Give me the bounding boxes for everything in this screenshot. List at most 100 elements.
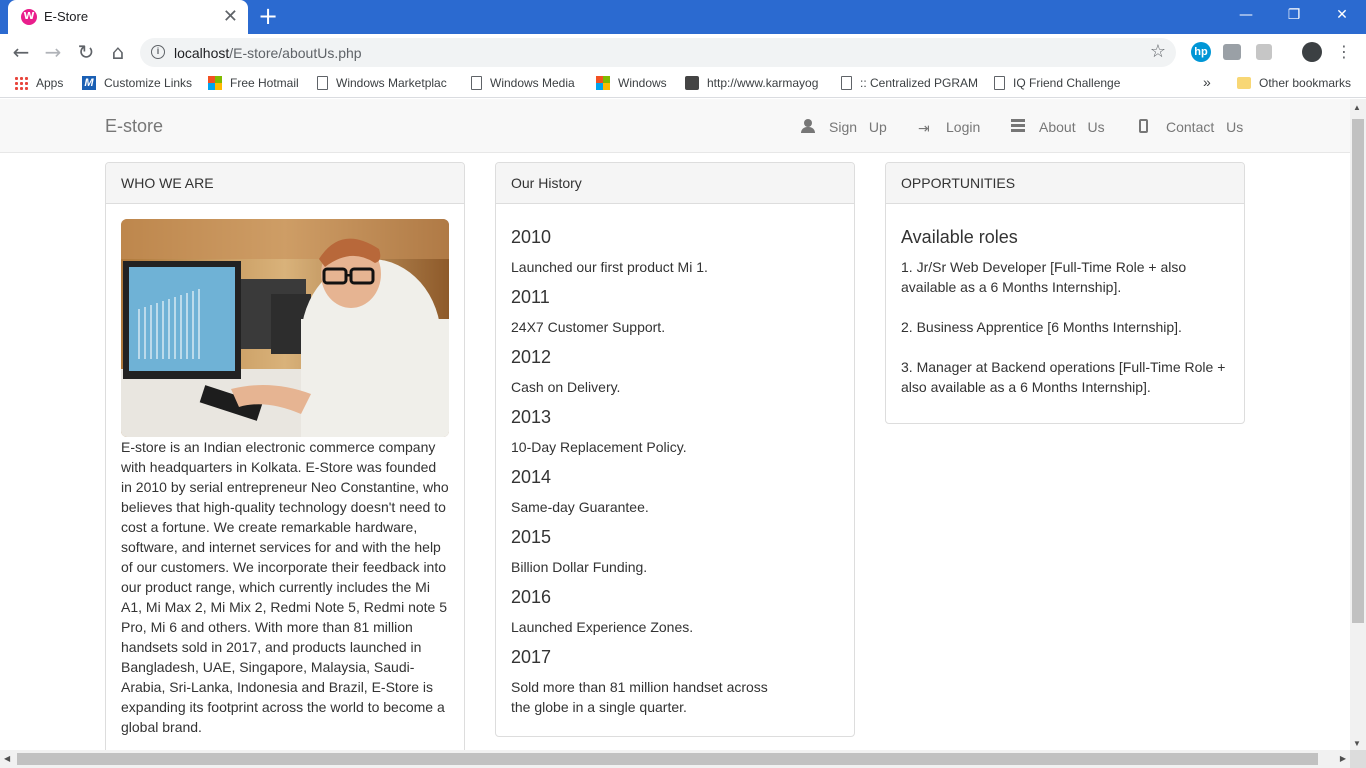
folder-icon bbox=[1237, 77, 1251, 89]
url-text[interactable]: localhost/E-store/aboutUs.php bbox=[174, 45, 362, 61]
vertical-scroll-thumb[interactable] bbox=[1352, 119, 1364, 623]
hp-extension-icon[interactable]: hp bbox=[1191, 42, 1211, 62]
profile-avatar[interactable] bbox=[1302, 42, 1322, 62]
new-tab-button[interactable]: + bbox=[258, 4, 278, 28]
back-arrow-icon[interactable]: ← bbox=[8, 39, 34, 65]
bookmark-label: Windows bbox=[618, 76, 667, 90]
panel-body: Available roles 1. Jr/Sr Web Developer [… bbox=[886, 204, 1244, 432]
url-host: localhost bbox=[174, 45, 230, 61]
history-text: Launched our first product Mi 1. bbox=[511, 259, 708, 275]
scrollbar-corner bbox=[1350, 750, 1366, 768]
scroll-left-arrow-icon[interactable]: ◀ bbox=[4, 754, 10, 763]
bookmark-label: http://www.karmayog bbox=[707, 76, 819, 90]
restore-button[interactable]: ❐ bbox=[1270, 0, 1318, 30]
bookmark-label: Customize Links bbox=[104, 76, 193, 90]
panel-heading: OPPORTUNITIES bbox=[886, 163, 1244, 204]
hero-photo bbox=[121, 219, 449, 437]
site-icon bbox=[685, 76, 699, 90]
windows-logo-icon bbox=[596, 76, 610, 90]
site-brand[interactable]: E-store bbox=[105, 116, 163, 137]
nav-label: Login bbox=[946, 119, 981, 135]
history-year: 2013 bbox=[511, 407, 552, 427]
bookmark-star-icon[interactable]: ☆ bbox=[1150, 41, 1166, 62]
nav-sign-up[interactable]: Sign Up bbox=[801, 119, 887, 135]
role-item: 3. Manager at Backend operations [Full-T… bbox=[901, 359, 1226, 395]
window-controls: — ❐ ✕ bbox=[1222, 0, 1366, 30]
history-text: Launched Experience Zones. bbox=[511, 619, 694, 635]
site-navbar: E-store Sign Up ⇥ Login About Us Contact … bbox=[0, 99, 1350, 153]
close-window-button[interactable]: ✕ bbox=[1318, 0, 1366, 30]
page-icon bbox=[471, 76, 482, 90]
bookmark-other-bookmarks[interactable]: Other bookmarks bbox=[1237, 76, 1351, 90]
history-text: 10-Day Replacement Policy. bbox=[511, 439, 687, 455]
scroll-down-arrow-icon[interactable]: ▼ bbox=[1353, 739, 1361, 748]
history-year: 2016 bbox=[511, 587, 552, 607]
browser-tab[interactable]: W E-Store ✕ bbox=[8, 0, 248, 34]
history-text: Billion Dollar Funding. bbox=[511, 559, 648, 575]
site-info-icon[interactable]: i bbox=[151, 45, 165, 59]
who-we-are-panel: WHO WE ARE E-store is an Indian electron… bbox=[105, 162, 465, 750]
history-text: Same-day Guarantee. bbox=[511, 499, 649, 515]
who-we-are-text: E-store is an Indian electronic commerce… bbox=[121, 439, 449, 735]
history-year: 2017 bbox=[511, 647, 552, 667]
scroll-up-arrow-icon[interactable]: ▲ bbox=[1353, 103, 1361, 112]
forward-arrow-icon[interactable]: → bbox=[40, 39, 66, 65]
close-tab-icon[interactable]: ✕ bbox=[223, 6, 238, 26]
history-year: 2010 bbox=[511, 227, 552, 247]
page-viewport: E-store Sign Up ⇥ Login About Us Contact … bbox=[0, 99, 1350, 750]
bookmark-label: :: Centralized PGRAM bbox=[860, 76, 979, 90]
bookmarks-bar: Apps M Customize Links Free Hotmail Windo… bbox=[0, 70, 1366, 98]
history-text: 24X7 Customer Support. bbox=[511, 319, 666, 335]
bookmark-label: Free Hotmail bbox=[230, 76, 299, 90]
history-year: 2015 bbox=[511, 527, 552, 547]
bookmark-customize-links[interactable]: M Customize Links bbox=[82, 76, 192, 90]
bookmark-label: Other bookmarks bbox=[1259, 76, 1352, 90]
nav-contact-us[interactable]: Contact Us bbox=[1139, 119, 1243, 135]
nav-label: About Us bbox=[1039, 119, 1105, 135]
nav-login[interactable]: ⇥ Login bbox=[918, 119, 980, 136]
page-icon bbox=[841, 76, 852, 90]
bookmarks-overflow-chevron-icon[interactable]: » bbox=[1203, 74, 1211, 90]
nav-about-us[interactable]: About Us bbox=[1011, 119, 1105, 135]
history-year: 2011 bbox=[511, 287, 550, 307]
bookmark-iq-friend-challenge[interactable]: IQ Friend Challenge bbox=[994, 76, 1120, 90]
bookmark-label: Apps bbox=[36, 76, 64, 90]
history-text: Cash on Delivery. bbox=[511, 379, 621, 395]
bookmark-windows[interactable]: Windows bbox=[596, 76, 667, 90]
address-bar[interactable]: i localhost/E-store/aboutUs.php ☆ bbox=[140, 38, 1176, 67]
menu-kebab-icon[interactable]: ⋮ bbox=[1331, 39, 1357, 65]
history-year: 2014 bbox=[511, 467, 552, 487]
history-text: Sold more than 81 million handset across… bbox=[511, 679, 768, 715]
bookmark-free-hotmail[interactable]: Free Hotmail bbox=[208, 76, 299, 90]
page-icon bbox=[994, 76, 1005, 90]
panel-body: E-store is an Indian electronic commerce… bbox=[106, 204, 464, 750]
horizontal-scroll-thumb[interactable] bbox=[17, 753, 1318, 765]
bookmark-windows-marketplace[interactable]: Windows Marketplac bbox=[317, 76, 447, 90]
page-icon bbox=[317, 76, 328, 90]
history-list: 2010 Launched our first product Mi 1. 20… bbox=[496, 204, 854, 732]
tab-favicon-icon: W bbox=[21, 9, 37, 25]
phone-icon bbox=[1139, 119, 1148, 133]
scroll-right-arrow-icon[interactable]: ▶ bbox=[1340, 754, 1346, 763]
tab-title: E-Store bbox=[44, 9, 89, 24]
home-icon[interactable]: ⌂ bbox=[105, 39, 131, 65]
bookmark-windows-media[interactable]: Windows Media bbox=[471, 76, 575, 90]
bookmark-karmayog[interactable]: http://www.karmayog bbox=[685, 76, 818, 90]
bookmark-label: Windows Media bbox=[490, 76, 575, 90]
apps-grid-icon bbox=[14, 76, 28, 90]
bookmark-apps[interactable]: Apps bbox=[14, 76, 63, 90]
horizontal-scrollbar[interactable]: ◀ ▶ bbox=[0, 750, 1350, 768]
bookmark-centralized-pgram[interactable]: :: Centralized PGRAM bbox=[841, 76, 978, 90]
windows-logo-icon bbox=[208, 76, 222, 90]
browser-tabstrip: W E-Store ✕ + — ❐ ✕ bbox=[0, 0, 1366, 34]
roles-title: Available roles bbox=[901, 227, 1018, 247]
minimize-button[interactable]: — bbox=[1222, 0, 1270, 30]
vertical-scrollbar[interactable]: ▲ ▼ bbox=[1350, 99, 1366, 750]
our-history-panel: Our History 2010 Launched our first prod… bbox=[495, 162, 855, 737]
browser-toolbar: ← → ↻ ⌂ i localhost/E-store/aboutUs.php … bbox=[0, 34, 1366, 70]
opportunities-panel: OPPORTUNITIES Available roles 1. Jr/Sr W… bbox=[885, 162, 1245, 424]
drive-extension-icon[interactable] bbox=[1223, 44, 1241, 60]
cube-extension-icon[interactable] bbox=[1256, 44, 1272, 60]
reload-icon[interactable]: ↻ bbox=[73, 39, 99, 65]
url-path: /E-store/aboutUs.php bbox=[229, 45, 362, 61]
